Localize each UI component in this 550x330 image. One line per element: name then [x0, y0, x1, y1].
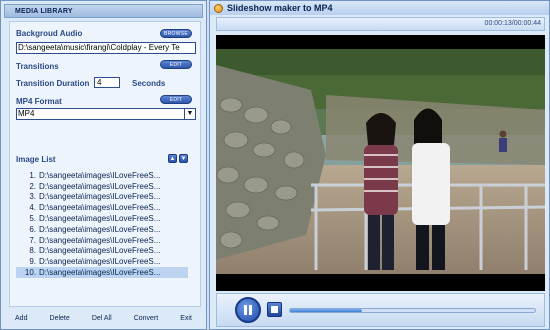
delete-all-button[interactable]: Del All	[92, 315, 112, 322]
image-list-item[interactable]: 4. D:\sangeeta\images\ILoveFreeS...	[16, 202, 188, 213]
image-list-item-number: 10.	[24, 268, 36, 278]
seek-slider[interactable]	[289, 308, 536, 313]
playback-controls	[216, 293, 545, 327]
play-icon	[244, 305, 252, 315]
image-list-item-number: 9.	[29, 257, 36, 267]
image-list-item[interactable]: 9. D:\sangeeta\images\ILoveFreeS...	[16, 256, 188, 267]
image-list-item-number: 5.	[29, 214, 36, 224]
transition-duration-input[interactable]: 4	[94, 77, 120, 88]
image-list-item[interactable]: 3. D:\sangeeta\images\ILoveFreeS...	[16, 192, 188, 203]
seek-progress	[290, 309, 363, 312]
image-list-item-path: D:\sangeeta\images\ILoveFreeS...	[39, 235, 161, 245]
video-preview	[216, 35, 545, 291]
audio-path-field[interactable]: D:\sangeeta\music\firangi\Coldplay - Eve…	[16, 42, 196, 54]
stop-button[interactable]	[267, 302, 282, 317]
image-list-item-path: D:\sangeeta\images\ILoveFreeS...	[39, 268, 161, 278]
image-list-item-path: D:\sangeeta\images\ILoveFreeS...	[39, 246, 161, 256]
app-icon	[214, 3, 223, 13]
image-list-item-path: D:\sangeeta\images\ILoveFreeS...	[39, 170, 161, 180]
mp4-format-value: MP4	[18, 109, 35, 118]
image-list-item[interactable]: 8. D:\sangeeta\images\ILoveFreeS...	[16, 246, 188, 257]
image-list-item[interactable]: 6. D:\sangeeta\images\ILoveFreeS...	[16, 224, 188, 235]
image-list-item-number: 3.	[29, 192, 36, 202]
arrow-down-icon[interactable]: ▼	[179, 154, 188, 163]
media-library-content: Backgroud Audio BROWSE D:\sangeeta\music…	[9, 21, 201, 307]
time-display: 00:00:13/00:00:44	[484, 20, 541, 27]
play-pause-button[interactable]	[235, 297, 261, 323]
transitions-label: Transitions	[16, 62, 59, 71]
player-window: Slideshow maker to MP4 00:00:13/00:00:44	[209, 0, 550, 330]
chevron-down-icon[interactable]: ▼	[184, 109, 195, 119]
browse-audio-button[interactable]: BROWSE	[160, 29, 192, 38]
image-list-item-path: D:\sangeeta\images\ILoveFreeS...	[39, 192, 161, 202]
video-frame-image	[216, 49, 545, 274]
image-list-item-number: 2.	[29, 181, 36, 191]
mp4-format-edit-button[interactable]: EDIT	[160, 95, 192, 104]
image-list-item[interactable]: 7. D:\sangeeta\images\ILoveFreeS...	[16, 235, 188, 246]
convert-button[interactable]: Convert	[134, 315, 159, 322]
image-list-item-path: D:\sangeeta\images\ILoveFreeS...	[39, 203, 161, 213]
stop-icon	[271, 306, 278, 313]
window-title: Slideshow maker to MP4	[227, 3, 333, 13]
image-list-item[interactable]: 2. D:\sangeeta\images\ILoveFreeS...	[16, 181, 188, 192]
exit-button[interactable]: Exit	[180, 315, 192, 322]
image-list-item[interactable]: 1. D:\sangeeta\images\ILoveFreeS...	[16, 170, 188, 181]
add-button[interactable]: Add	[15, 315, 27, 322]
image-list: 1. D:\sangeeta\images\ILoveFreeS... 2. D:\s…	[16, 170, 188, 278]
image-list-item-number: 7.	[29, 235, 36, 245]
media-library-panel: MEDIA LIBRARY Backgroud Audio BROWSE D:\…	[0, 0, 207, 330]
background-audio-label: Backgroud Audio	[16, 29, 83, 38]
arrow-up-icon[interactable]: ▲	[168, 154, 177, 163]
delete-button[interactable]: Delete	[50, 315, 70, 322]
image-list-item-number: 1.	[29, 170, 36, 180]
window-titlebar: Slideshow maker to MP4	[210, 1, 549, 15]
media-library-title: MEDIA LIBRARY	[4, 4, 203, 18]
image-list-item[interactable]: 5. D:\sangeeta\images\ILoveFreeS...	[16, 213, 188, 224]
image-list-item-number: 6.	[29, 224, 36, 234]
image-list-item[interactable]: 10. D:\sangeeta\images\ILoveFreeS...	[16, 267, 188, 278]
image-list-item-path: D:\sangeeta\images\ILoveFreeS...	[39, 257, 161, 267]
image-list-item-path: D:\sangeeta\images\ILoveFreeS...	[39, 224, 161, 234]
transition-duration-label: Transition Duration	[16, 79, 90, 88]
image-list-item-number: 4.	[29, 203, 36, 213]
mp4-format-label: MP4 Format	[16, 97, 62, 106]
image-list-item-path: D:\sangeeta\images\ILoveFreeS...	[39, 214, 161, 224]
mp4-format-select[interactable]: MP4 ▼	[16, 108, 196, 120]
seconds-label: Seconds	[132, 79, 166, 88]
transitions-edit-button[interactable]: EDIT	[160, 60, 192, 69]
image-list-label: Image List	[16, 155, 56, 164]
image-list-item-number: 8.	[29, 246, 36, 256]
bottom-action-bar: Add Delete Del All Convert Exit	[4, 309, 203, 327]
image-list-item-path: D:\sangeeta\images\ILoveFreeS...	[39, 181, 161, 191]
